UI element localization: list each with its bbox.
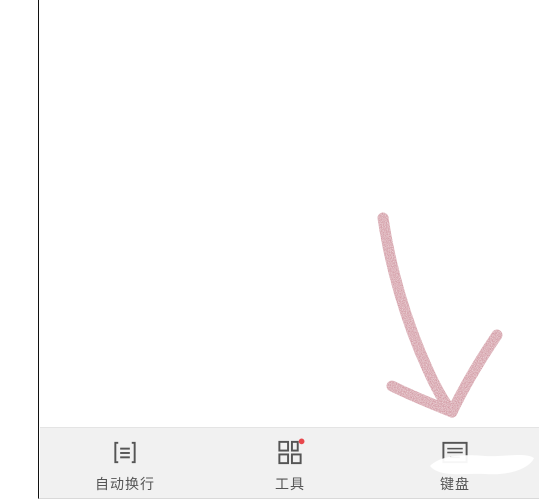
grid-tools-icon bbox=[278, 438, 305, 465]
wrap-text-icon bbox=[114, 441, 136, 464]
tools-button[interactable]: 工具 bbox=[245, 438, 335, 494]
keyboard-label: 键盘 bbox=[440, 477, 470, 493]
bottom-toolbar: 自动换行 工具 键盘 bbox=[40, 427, 539, 498]
notification-badge bbox=[298, 438, 305, 445]
word-wrap-button[interactable]: 自动换行 bbox=[80, 438, 170, 494]
app-window: 自动换行 工具 键盘 bbox=[38, 0, 539, 499]
tools-label: 工具 bbox=[275, 477, 305, 493]
keyboard-button[interactable]: 键盘 bbox=[410, 438, 500, 494]
word-wrap-label: 自动换行 bbox=[95, 477, 155, 493]
text-editor-area[interactable] bbox=[40, 0, 539, 427]
keyboard-icon bbox=[442, 441, 468, 464]
screenshot: 自动换行 工具 键盘 bbox=[0, 0, 539, 502]
